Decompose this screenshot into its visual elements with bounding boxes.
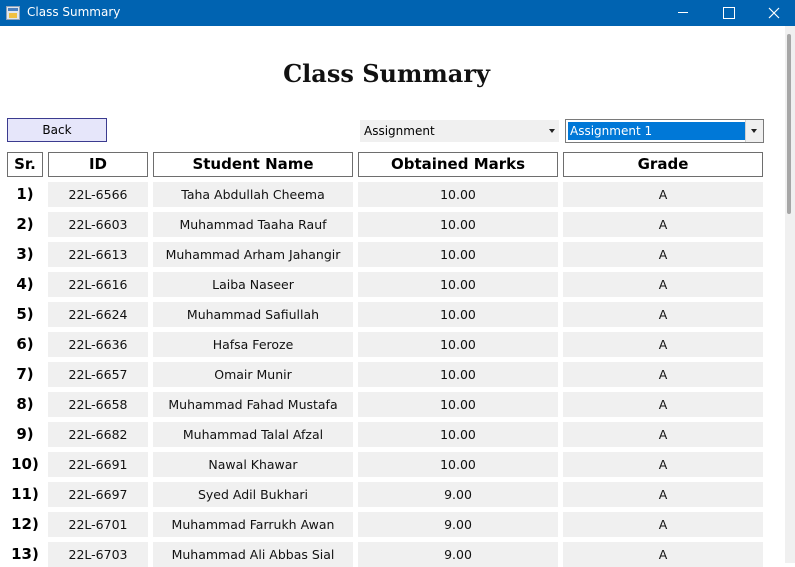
row-student-name: Taha Abdullah Cheema [153, 182, 353, 207]
maximize-button[interactable] [705, 0, 751, 26]
row-student-id: 22L-6613 [48, 242, 148, 267]
assessment-item-dropdown-button[interactable] [745, 120, 763, 142]
row-student-name: Muhammad Farrukh Awan [153, 512, 353, 537]
row-student-id: 22L-6701 [48, 512, 148, 537]
row-grade: A [563, 182, 763, 207]
row-grade: A [563, 422, 763, 447]
row-obtained-marks: 10.00 [358, 302, 558, 327]
chevron-down-icon[interactable] [549, 129, 555, 133]
column-header-id: ID [48, 152, 148, 177]
row-grade: A [563, 482, 763, 507]
row-student-name: Muhammad Ali Abbas Sial [153, 542, 353, 567]
assessment-type-select[interactable]: Assignment [360, 120, 559, 142]
vertical-scrollbar[interactable] [785, 26, 795, 563]
row-grade: A [563, 452, 763, 477]
row-student-id: 22L-6624 [48, 302, 148, 327]
row-grade: A [563, 392, 763, 417]
row-serial: 2) [16, 215, 34, 233]
row-serial: 11) [11, 485, 39, 503]
row-serial: 4) [16, 275, 34, 293]
row-grade: A [563, 302, 763, 327]
row-obtained-marks: 10.00 [358, 362, 558, 387]
row-student-name: Muhammad Talal Afzal [153, 422, 353, 447]
row-student-name: Muhammad Taaha Rauf [153, 212, 353, 237]
app-window-icon[interactable] [6, 6, 20, 20]
row-student-id: 22L-6691 [48, 452, 148, 477]
row-student-id: 22L-6703 [48, 542, 148, 567]
row-student-name: Muhammad Fahad Mustafa [153, 392, 353, 417]
row-obtained-marks: 10.00 [358, 332, 558, 357]
back-button[interactable]: Back [7, 118, 107, 142]
row-student-id: 22L-6566 [48, 182, 148, 207]
row-student-name: Muhammad Safiullah [153, 302, 353, 327]
assessment-item-value[interactable]: Assignment 1 [568, 122, 746, 140]
chevron-down-icon [751, 129, 757, 133]
row-obtained-marks: 10.00 [358, 422, 558, 447]
window-title: Class Summary [27, 5, 121, 19]
row-student-id: 22L-6616 [48, 272, 148, 297]
row-student-id: 22L-6682 [48, 422, 148, 447]
row-student-id: 22L-6636 [48, 332, 148, 357]
column-header-obtained-marks: Obtained Marks [358, 152, 558, 177]
row-serial: 10) [11, 455, 39, 473]
row-obtained-marks: 10.00 [358, 182, 558, 207]
column-header-grade: Grade [563, 152, 763, 177]
close-icon [768, 7, 780, 19]
row-grade: A [563, 542, 763, 567]
page-title: Class Summary [283, 59, 490, 88]
assessment-type-value: Assignment [364, 124, 435, 138]
row-obtained-marks: 10.00 [358, 212, 558, 237]
row-grade: A [563, 362, 763, 387]
row-serial: 12) [11, 515, 39, 533]
row-serial: 5) [16, 305, 34, 323]
scrollbar-thumb[interactable] [787, 34, 791, 214]
row-student-name: Muhammad Arham Jahangir [153, 242, 353, 267]
row-serial: 13) [11, 545, 39, 563]
row-grade: A [563, 332, 763, 357]
row-student-name: Syed Adil Bukhari [153, 482, 353, 507]
row-obtained-marks: 9.00 [358, 512, 558, 537]
row-grade: A [563, 242, 763, 267]
minimize-button[interactable] [659, 0, 705, 26]
close-button[interactable] [751, 0, 795, 26]
row-serial: 9) [16, 425, 34, 443]
row-obtained-marks: 9.00 [358, 542, 558, 567]
row-serial: 1) [16, 185, 34, 203]
row-grade: A [563, 512, 763, 537]
row-student-name: Hafsa Feroze [153, 332, 353, 357]
row-student-name: Nawal Khawar [153, 452, 353, 477]
row-serial: 7) [16, 365, 34, 383]
row-student-name: Laiba Naseer [153, 272, 353, 297]
row-student-id: 22L-6658 [48, 392, 148, 417]
client-area: Class Summary Back Assignment Assignment… [0, 26, 795, 567]
row-obtained-marks: 10.00 [358, 272, 558, 297]
row-grade: A [563, 212, 763, 237]
column-header-sr: Sr. [7, 152, 43, 177]
row-student-name: Omair Munir [153, 362, 353, 387]
column-header-student-name: Student Name [153, 152, 353, 177]
title-bar: Class Summary [0, 0, 795, 26]
row-serial: 3) [16, 245, 34, 263]
row-obtained-marks: 9.00 [358, 482, 558, 507]
row-serial: 6) [16, 335, 34, 353]
assessment-item-select[interactable]: Assignment 1 [565, 119, 764, 143]
row-student-id: 22L-6657 [48, 362, 148, 387]
row-grade: A [563, 272, 763, 297]
row-obtained-marks: 10.00 [358, 452, 558, 477]
row-student-id: 22L-6697 [48, 482, 148, 507]
row-serial: 8) [16, 395, 34, 413]
row-student-id: 22L-6603 [48, 212, 148, 237]
row-obtained-marks: 10.00 [358, 392, 558, 417]
row-obtained-marks: 10.00 [358, 242, 558, 267]
